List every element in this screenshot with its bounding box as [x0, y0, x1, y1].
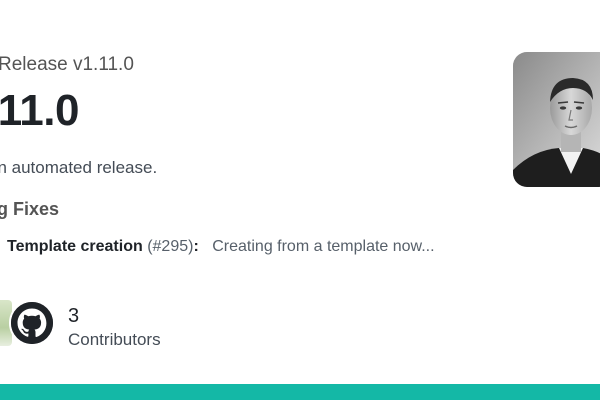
contributors-count: 3: [68, 305, 80, 327]
fix-item-ref-link[interactable]: #295: [153, 238, 189, 255]
person-photo-illustration: [513, 52, 600, 187]
release-kicker: Release v1.11.0: [0, 54, 134, 75]
fix-item-detail: Creating from a template now...: [212, 238, 435, 255]
github-octocat-icon[interactable]: [9, 300, 55, 346]
release-card: { "release": { "kicker": "Release v1.11.…: [0, 0, 600, 400]
github-octocat-glyph: [11, 302, 53, 344]
fix-item-title: Template creation: [7, 238, 143, 255]
bug-fixes-heading: ug Fixes: [0, 199, 60, 219]
author-photo: [513, 52, 600, 187]
fix-item: Template creation (#295): Creating from …: [7, 238, 435, 256]
release-title: .11.0: [0, 86, 79, 135]
contributors-label: Contributors: [68, 330, 161, 349]
fix-item-ref-wrapper: (#295): [147, 238, 193, 255]
accent-bar: [0, 384, 600, 400]
fix-item-colon: :: [193, 238, 199, 255]
release-description: an automated release.: [0, 158, 158, 177]
